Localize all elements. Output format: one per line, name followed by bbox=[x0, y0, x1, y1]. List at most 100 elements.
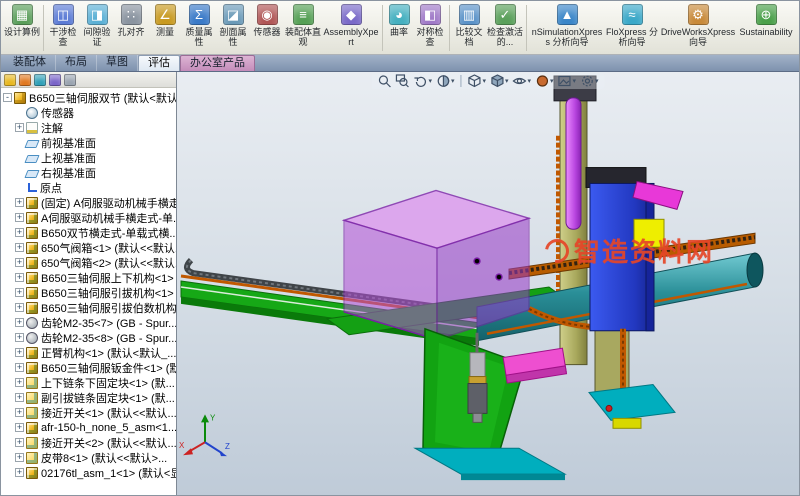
tree-expander[interactable]: + bbox=[15, 228, 24, 237]
tree-item[interactable]: 传感器 bbox=[1, 105, 176, 120]
tree-item[interactable]: 原点 bbox=[1, 180, 176, 195]
tree-expander[interactable]: + bbox=[15, 123, 24, 132]
ribbon-button-design-study[interactable]: ▦设计算例 bbox=[3, 2, 41, 54]
tree-item[interactable]: +齿轮M2-35<8> (GB - Spur... bbox=[1, 330, 176, 345]
tree-expander[interactable]: + bbox=[15, 393, 24, 402]
tree-item[interactable]: +B650双节横走式-单载式横... bbox=[1, 225, 176, 240]
tree-item[interactable]: +上下链条下固定块<1> (默... bbox=[1, 375, 176, 390]
tab-evaluate[interactable]: 评估 bbox=[138, 55, 180, 71]
tree-item[interactable]: +B650三轴伺服钣金件<1> (默... bbox=[1, 360, 176, 375]
zoom-fit-icon[interactable] bbox=[376, 74, 392, 88]
ribbon-button-assembly-visualization[interactable]: ≡装配体直观 bbox=[284, 2, 322, 54]
tree-item[interactable]: -B650三轴伺服双节 (默认<默认_显... bbox=[1, 90, 176, 105]
tree-item[interactable]: +B650三轴伺服引拔伯数机构... bbox=[1, 300, 176, 315]
ribbon-button-hole-alignment[interactable]: ∷孔对齐 bbox=[114, 2, 148, 54]
tree-expander[interactable]: + bbox=[15, 198, 24, 207]
tree-expander[interactable]: + bbox=[15, 303, 24, 312]
view-settings-icon[interactable]: ▾ bbox=[579, 74, 600, 88]
ribbon-button-floxpress[interactable]: ≈FloXpress 分析向导 bbox=[605, 2, 659, 54]
dimxpertmanager-tab-icon[interactable] bbox=[49, 74, 61, 86]
tree-item[interactable]: + afr-150-h_none_5_asm<1... bbox=[1, 420, 176, 435]
displaymanager-tab-icon[interactable] bbox=[64, 74, 76, 86]
previous-view-icon[interactable]: ▾ bbox=[412, 74, 433, 88]
tree-expander[interactable]: + bbox=[15, 378, 24, 387]
ribbon-button-measure[interactable]: ∠测量 bbox=[148, 2, 182, 54]
display-style-icon[interactable]: ▾ bbox=[489, 74, 510, 88]
tree-item[interactable]: +副引拔链条固定块<1> (默... bbox=[1, 390, 176, 405]
tree-item[interactable]: +接近开关<1> (默认<<默认... bbox=[1, 405, 176, 420]
tab-layout[interactable]: 布局 bbox=[56, 55, 97, 71]
ribbon-button-label: Sustainability bbox=[739, 27, 792, 37]
ribbon-button-assemblyxpert[interactable]: ◆AssemblyXpert bbox=[322, 2, 380, 54]
section-view-icon[interactable]: ▾ bbox=[435, 74, 456, 88]
ribbon-button-mass-properties[interactable]: Σ质量属性 bbox=[182, 2, 216, 54]
tree-item[interactable]: +正臂机构<1> (默认<默认_... bbox=[1, 345, 176, 360]
tree-expander[interactable]: + bbox=[15, 363, 24, 372]
tree-item[interactable]: +02176tl_asm_1<1> (默认<显... bbox=[1, 465, 176, 480]
tree-expander[interactable]: + bbox=[15, 468, 24, 477]
ribbon-button-sensors[interactable]: ◉传感器 bbox=[250, 2, 284, 54]
tab-sketch[interactable]: 草图 bbox=[97, 55, 138, 71]
tree-item[interactable]: +齿轮M2-35<7> (GB - Spur... bbox=[1, 315, 176, 330]
tree-item[interactable]: 上视基准面 bbox=[1, 150, 176, 165]
comp-icon bbox=[26, 257, 38, 269]
tree-expander[interactable]: + bbox=[15, 333, 24, 342]
tree-expander[interactable]: + bbox=[15, 453, 24, 462]
ribbon-button-label: 测量 bbox=[156, 27, 174, 37]
tree-item[interactable]: +(固定) A伺服驱动机械手横走式<1 bbox=[1, 195, 176, 210]
tree-expander[interactable]: + bbox=[15, 258, 24, 267]
apply-scene-icon[interactable]: ▾ bbox=[557, 74, 578, 88]
tree-item[interactable]: +B650三轴伺服上下机构<1> bbox=[1, 270, 176, 285]
edit-appearance-icon[interactable]: ▾ bbox=[534, 74, 555, 88]
tree-item[interactable]: +B650三轴伺服引拔机构<1> bbox=[1, 285, 176, 300]
ribbon-button-driveworksxpress[interactable]: ⚙DriveWorksXpress 向导 bbox=[659, 2, 737, 54]
clearance-verification-icon: ◨ bbox=[87, 4, 108, 25]
tab-office-products[interactable]: 办公室产品 bbox=[180, 55, 255, 71]
ribbon-button-curvature[interactable]: ◕曲率 bbox=[385, 2, 413, 54]
propertymanager-tab-icon[interactable] bbox=[19, 74, 31, 86]
tree-item[interactable]: +650气阀箱<1> (默认<<默认... bbox=[1, 240, 176, 255]
tree-item[interactable]: 前视基准面 bbox=[1, 135, 176, 150]
configurationmanager-tab-icon[interactable] bbox=[34, 74, 46, 86]
tree-item[interactable]: + 注解 bbox=[1, 120, 176, 135]
ribbon-button-simulationxpress[interactable]: ▲nSimulationXpress 分析向导 bbox=[529, 2, 605, 54]
tree-expander[interactable]: - bbox=[3, 93, 12, 102]
graphics-viewport[interactable]: Y X Z ▾▾▾▾▾▾▾▾ 智造资料网 bbox=[177, 72, 799, 495]
zoom-area-icon[interactable] bbox=[394, 74, 410, 88]
origin-icon bbox=[28, 183, 37, 192]
featuremanager-tab-icon[interactable] bbox=[4, 74, 16, 86]
ribbon-button-label: FloXpress 分析向导 bbox=[606, 27, 658, 47]
tree-item[interactable]: +皮带8<1> (默认<<默认>... bbox=[1, 450, 176, 465]
tree-item[interactable]: 右视基准面 bbox=[1, 165, 176, 180]
tree-expander[interactable]: + bbox=[15, 423, 24, 432]
view-orientation-icon[interactable]: ▾ bbox=[466, 74, 487, 88]
tree-item-label: 注解 bbox=[41, 120, 63, 135]
tree-expander[interactable]: + bbox=[15, 438, 24, 447]
purple-cover bbox=[344, 190, 529, 339]
tree-expander[interactable]: + bbox=[15, 288, 24, 297]
tree-expander[interactable]: + bbox=[15, 348, 24, 357]
tree-item[interactable]: + 接近开关<2> (默认<<默认... bbox=[1, 435, 176, 450]
tab-assembly[interactable]: 装配体 bbox=[4, 55, 56, 71]
tree-expander[interactable]: + bbox=[15, 213, 24, 222]
tree-expander[interactable]: + bbox=[15, 273, 24, 282]
tree-expander[interactable]: + bbox=[15, 408, 24, 417]
tree-item[interactable]: +A伺服驱动机械手横走式-单... bbox=[1, 210, 176, 225]
ribbon-button-symmetry-check[interactable]: ◧对称检查 bbox=[413, 2, 447, 54]
ribbon-button-section-properties[interactable]: ◪剖面属性 bbox=[216, 2, 250, 54]
ribbon-button-compare-documents[interactable]: ▥比较文档 bbox=[452, 2, 486, 54]
ribbon-button-label: 比较文档 bbox=[453, 27, 485, 47]
model-canvas[interactable]: Y X Z bbox=[177, 72, 799, 495]
plane-icon bbox=[24, 155, 39, 163]
ribbon-button-clearance-verification[interactable]: ◨间隙验证 bbox=[80, 2, 114, 54]
tree-item[interactable]: +650气阀箱<2> (默认<<默认... bbox=[1, 255, 176, 270]
solidworks-window: ▦设计算例◫干涉检查◨间隙验证∷孔对齐∠测量Σ质量属性◪剖面属性◉传感器≡装配体… bbox=[0, 0, 800, 496]
ribbon-button-sustainability[interactable]: ⊕Sustainability bbox=[737, 2, 795, 54]
tree-item-label: afr-150-h_none_5_asm<1... bbox=[41, 422, 176, 434]
ribbon-button-interference-check[interactable]: ◫干涉检查 bbox=[46, 2, 80, 54]
tree-item-label: 接近开关<2> (默认<<默认... bbox=[41, 435, 176, 450]
tree-expander[interactable]: + bbox=[15, 243, 24, 252]
ribbon-button-check-active[interactable]: ✓检查激活的... bbox=[486, 2, 524, 54]
hide-show-items-icon[interactable]: ▾ bbox=[512, 74, 533, 88]
tree-expander[interactable]: + bbox=[15, 318, 24, 327]
